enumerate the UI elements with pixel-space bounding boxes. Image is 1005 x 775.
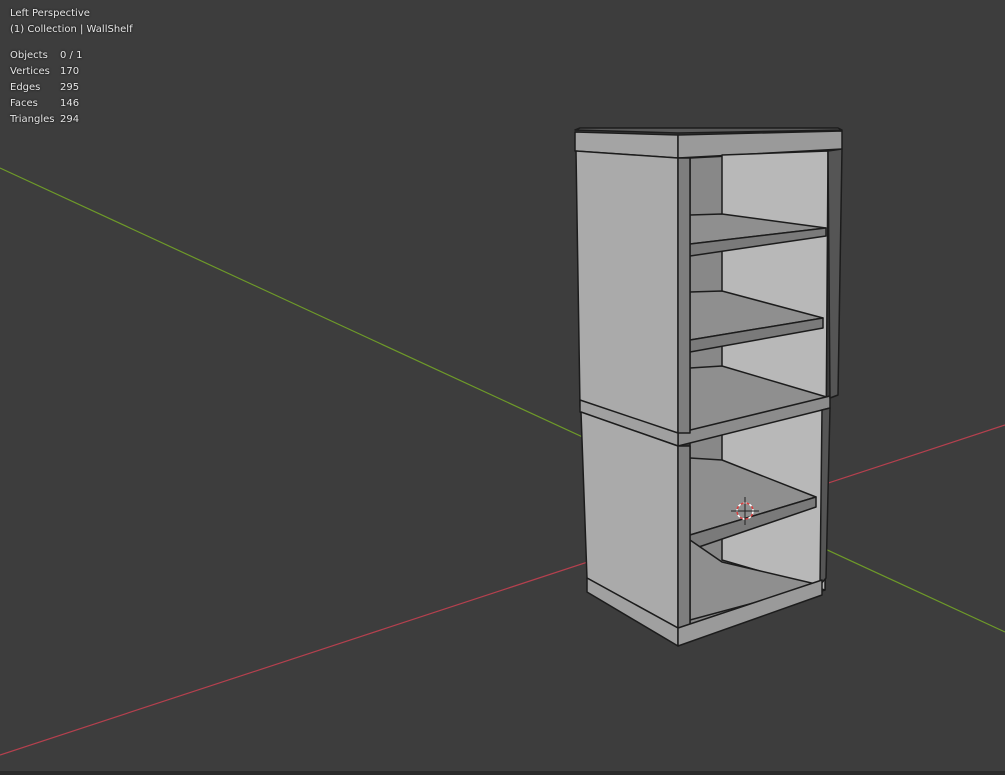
stat-value: 170 [60,66,80,77]
view-name: Left Perspective [10,8,90,19]
stat-label: Edges [10,82,41,93]
front-edge-lower [677,445,691,629]
stat-label: Vertices [10,66,50,77]
stat-row: Triangles 294 [10,112,82,128]
scene-canvas[interactable] [0,0,1005,775]
stat-value: 146 [60,98,80,109]
collection-label: (1) Collection | WallShelf [10,24,133,35]
stat-row: Faces 146 [10,96,82,112]
stat-row: Edges 295 [10,80,82,96]
stat-label: Triangles [10,114,55,125]
stat-value: 294 [60,114,80,125]
x-axis-line [0,424,1005,756]
stat-row: Objects 0 / 1 [10,48,82,64]
right-post-lower [819,407,831,586]
stat-value: 295 [60,82,80,93]
viewport-info-overlay: Left Perspective (1) Collection | WallSh… [10,6,133,128]
viewport-bottom-border [0,771,1005,775]
stat-label: Objects [10,50,48,61]
right-post [827,148,843,399]
stat-row: Vertices 170 [10,64,82,80]
stat-label: Faces [10,98,38,109]
statistics-table: Objects 0 / 1 Vertices 170 Edges 295 Fac… [10,48,82,128]
side-panel-upper [575,150,679,434]
front-edge-upper [677,157,691,434]
y-axis-line [0,167,1005,633]
3d-viewport[interactable]: Left Perspective (1) Collection | WallSh… [0,0,1005,775]
stat-value: 0 / 1 [60,50,83,61]
wallshelf-mesh[interactable] [574,127,843,647]
